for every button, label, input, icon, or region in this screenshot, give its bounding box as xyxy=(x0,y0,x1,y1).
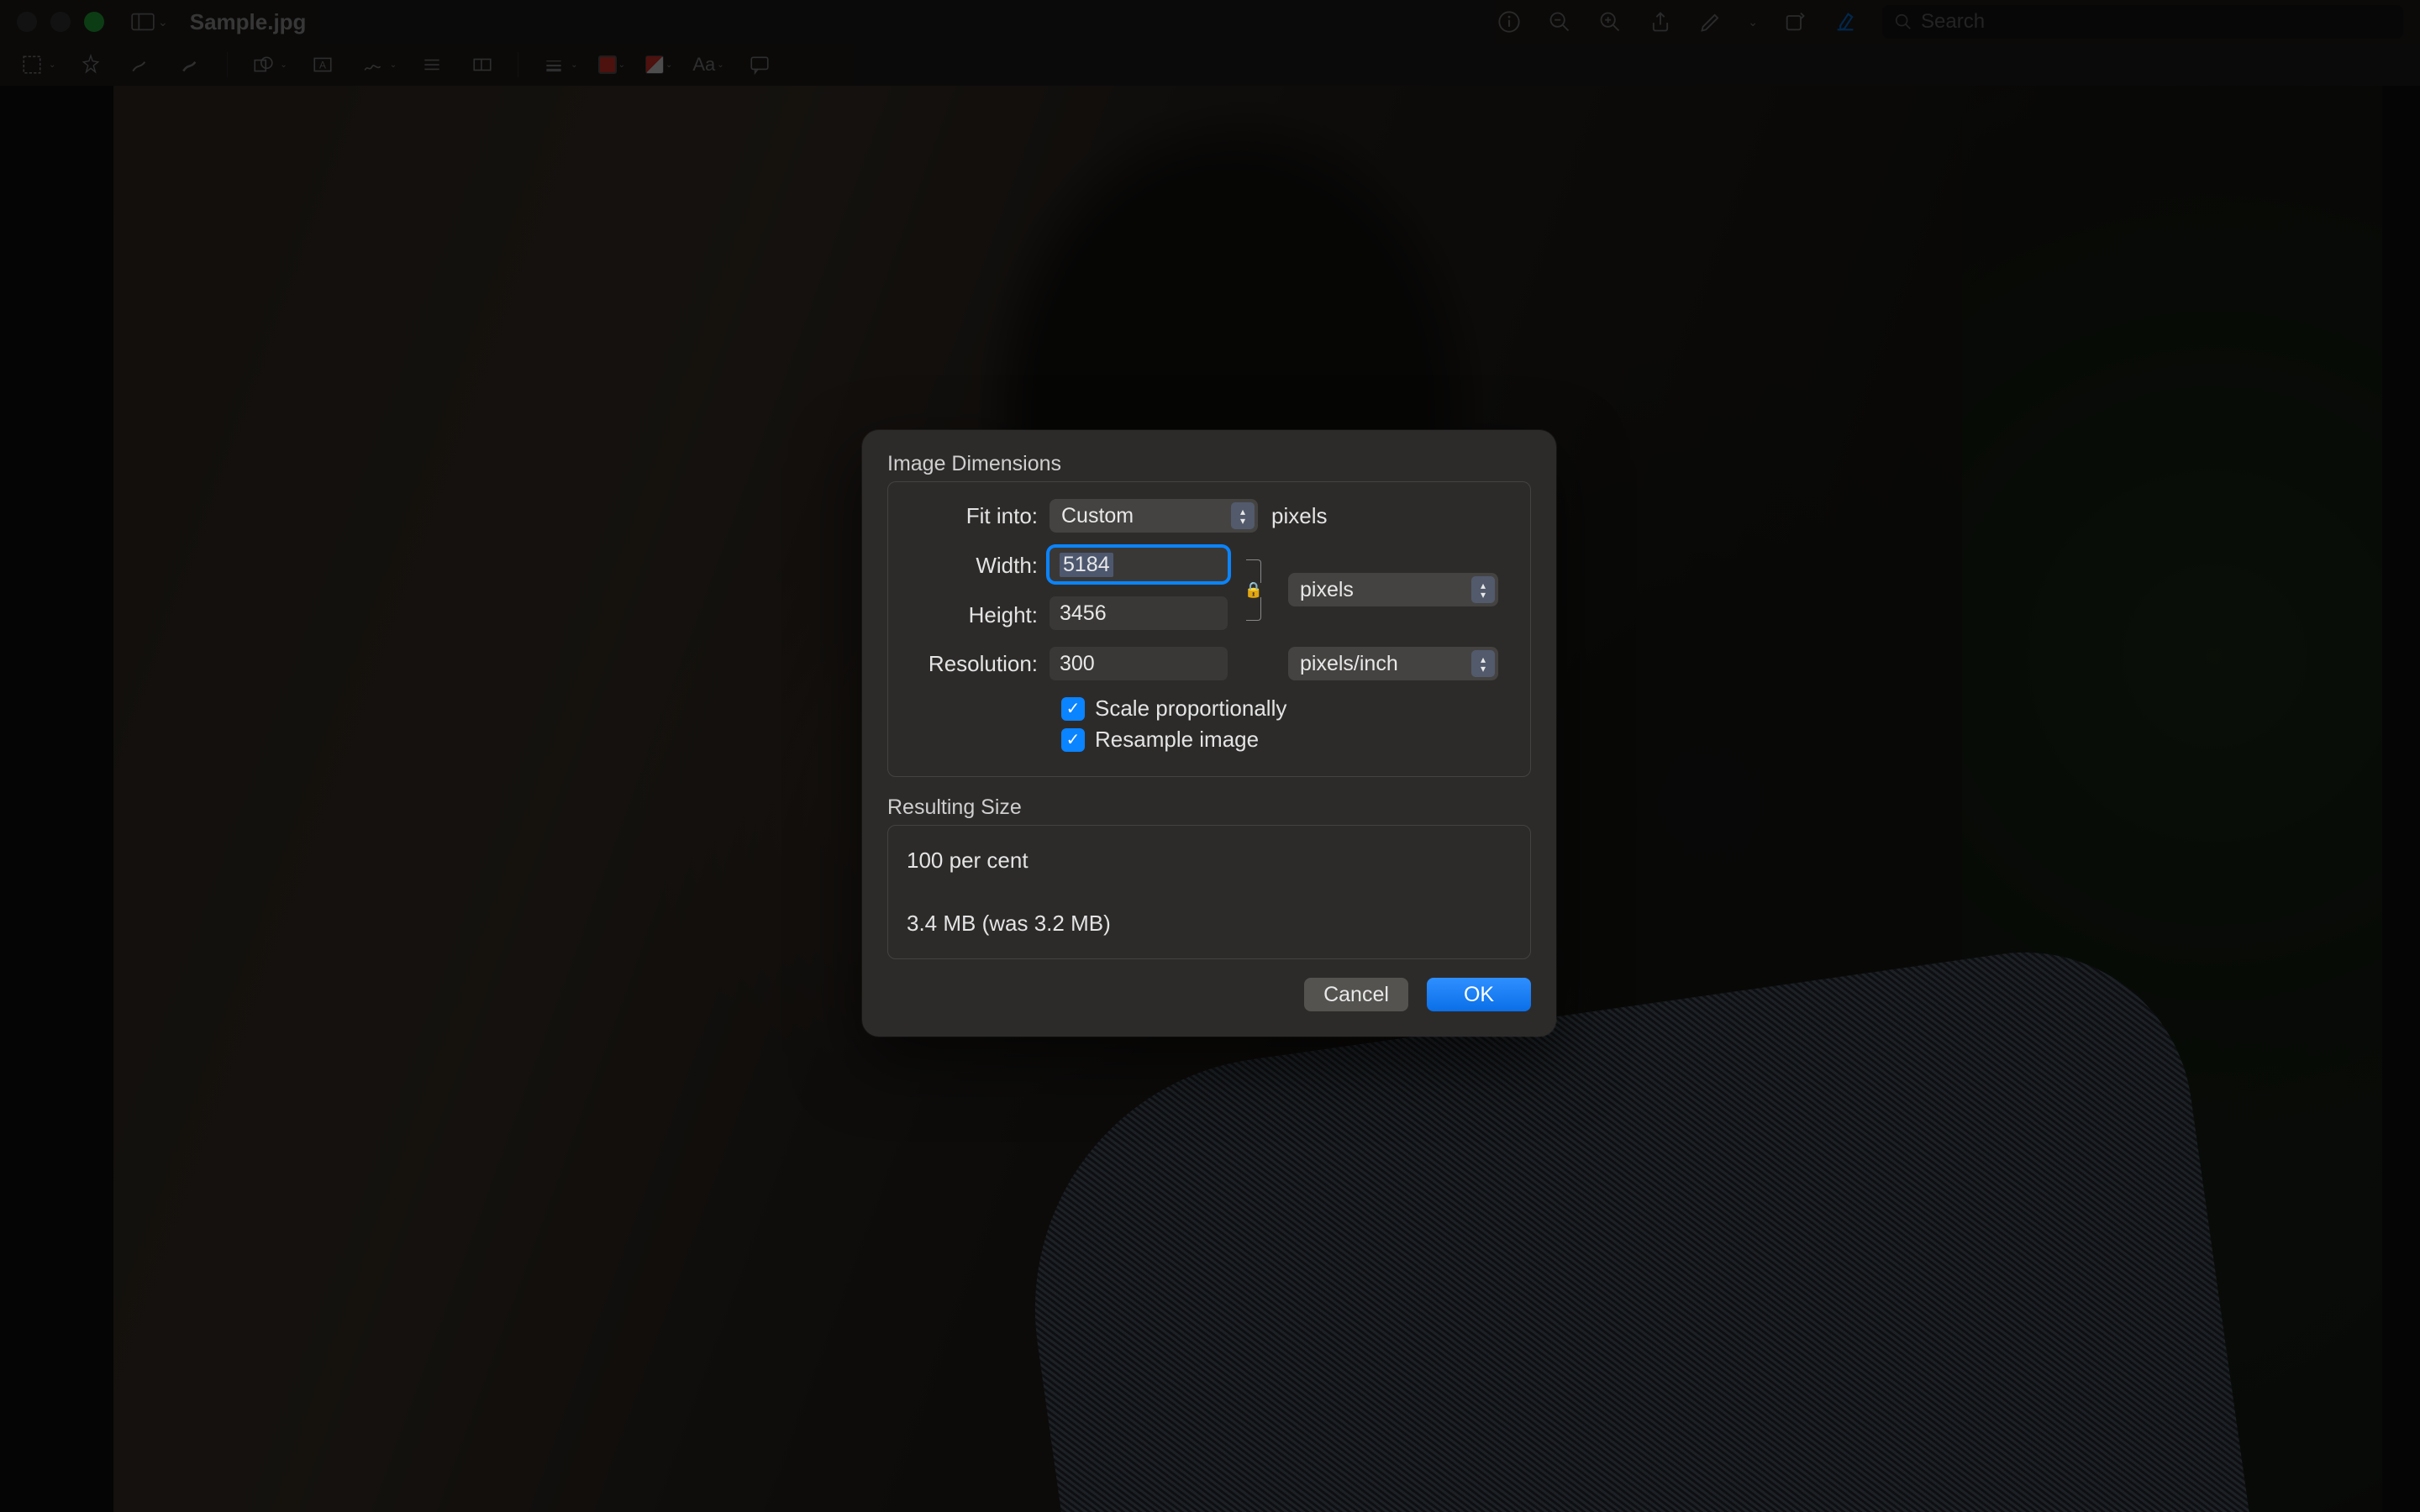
height-input[interactable]: 3456 xyxy=(1050,596,1228,630)
fit-into-row: Fit into: Custom pixels xyxy=(907,499,1512,533)
lock-aspect[interactable]: 🔒 xyxy=(1233,548,1275,632)
resolution-unit-select[interactable]: pixels/inch xyxy=(1288,647,1498,680)
resample-image-row: ✓ Resample image xyxy=(1061,727,1512,753)
width-value: 5184 xyxy=(1060,553,1113,577)
image-dimensions-dialog: Image Dimensions Fit into: Custom pixels… xyxy=(862,430,1556,1037)
dimensions-panel: Fit into: Custom pixels Width: Height: 5… xyxy=(887,481,1531,777)
dimensions-section-label: Image Dimensions xyxy=(887,452,1531,476)
width-label: Width: xyxy=(907,553,1050,579)
lock-icon: 🔒 xyxy=(1244,581,1263,599)
width-input[interactable]: 5184 xyxy=(1050,548,1228,581)
dialog-buttons: Cancel OK xyxy=(887,978,1531,1011)
result-panel: 100 per cent 3.4 MB (was 3.2 MB) xyxy=(887,825,1531,959)
resolution-unit-value: pixels/inch xyxy=(1300,652,1398,676)
scale-proportionally-row: ✓ Scale proportionally xyxy=(1061,696,1512,722)
resolution-input[interactable]: 300 xyxy=(1050,647,1228,680)
stepper-icon xyxy=(1231,502,1255,529)
fit-into-label: Fit into: xyxy=(907,503,1050,529)
resample-image-checkbox[interactable]: ✓ xyxy=(1061,728,1085,752)
ok-button[interactable]: OK xyxy=(1427,978,1531,1011)
fit-into-unit: pixels xyxy=(1271,503,1327,529)
dimension-unit-select[interactable]: pixels xyxy=(1288,573,1498,606)
result-percent: 100 per cent xyxy=(907,848,1512,874)
stepper-icon xyxy=(1471,650,1495,677)
cancel-button[interactable]: Cancel xyxy=(1304,978,1408,1011)
fit-into-value: Custom xyxy=(1061,504,1134,528)
stepper-icon xyxy=(1471,576,1495,603)
dimension-unit-value: pixels xyxy=(1300,578,1354,602)
height-value: 3456 xyxy=(1060,601,1107,626)
resolution-value: 300 xyxy=(1060,652,1095,676)
scale-proportionally-checkbox[interactable]: ✓ xyxy=(1061,697,1085,721)
height-label: Height: xyxy=(907,602,1050,628)
scale-proportionally-label: Scale proportionally xyxy=(1095,696,1286,722)
resample-image-label: Resample image xyxy=(1095,727,1259,753)
result-size: 3.4 MB (was 3.2 MB) xyxy=(907,911,1512,937)
result-section-label: Resulting Size xyxy=(887,795,1531,820)
fit-into-select[interactable]: Custom xyxy=(1050,499,1258,533)
resolution-label: Resolution: xyxy=(907,651,1050,677)
resolution-row: Resolution: 300 pixels/inch xyxy=(907,647,1512,680)
